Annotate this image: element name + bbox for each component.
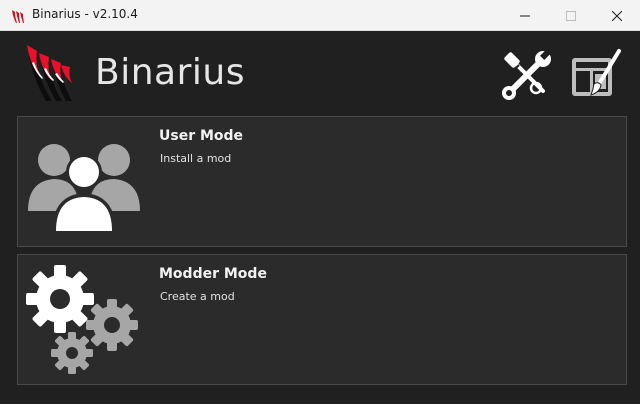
- app-logo-icon: [12, 10, 24, 23]
- minimize-icon: [520, 15, 530, 16]
- modder-mode-card[interactable]: Modder Mode Create a mod: [17, 254, 627, 385]
- close-icon: [612, 10, 622, 21]
- window-title: Binarius - v2.10.4: [32, 7, 138, 21]
- app-name: Binarius: [95, 52, 245, 93]
- user-mode-card[interactable]: User Mode Install a mod: [17, 116, 627, 247]
- title-bar: Binarius - v2.10.4: [0, 0, 640, 31]
- modder-mode-title: Modder Mode: [159, 266, 267, 282]
- close-button[interactable]: [594, 0, 640, 31]
- minimize-button[interactable]: [502, 0, 548, 31]
- gears-icon: [26, 265, 138, 374]
- users-icon: [28, 144, 140, 233]
- modder-mode-description: Create a mod: [160, 290, 235, 303]
- user-mode-title: User Mode: [159, 128, 244, 144]
- binarius-logo-icon: [27, 45, 72, 101]
- user-mode-description: Install a mod: [160, 152, 232, 165]
- maximize-icon: [566, 10, 576, 21]
- wrench-screwdriver-icon[interactable]: [498, 48, 554, 104]
- paint-brush-icon[interactable]: [568, 48, 624, 104]
- maximize-button[interactable]: [548, 0, 594, 31]
